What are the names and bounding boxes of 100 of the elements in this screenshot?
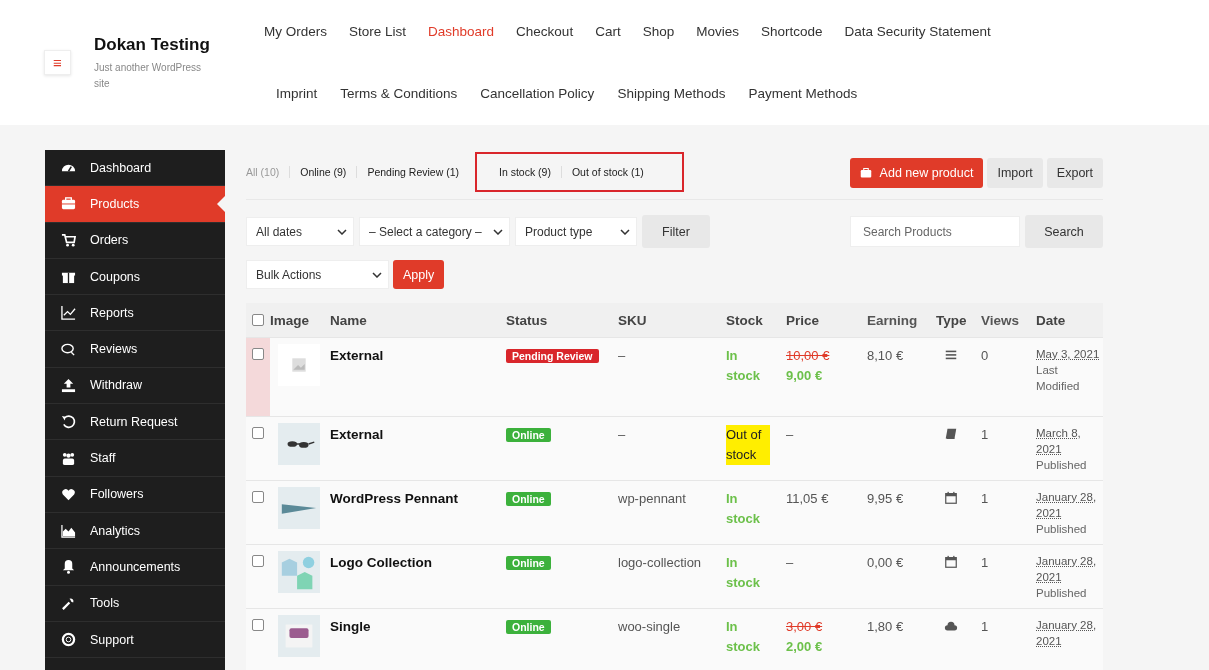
sidebar-item[interactable]: Announcements xyxy=(45,549,225,586)
table-cell-text: 0 xyxy=(981,347,990,365)
table-cell-text: – xyxy=(618,347,627,365)
table-cell-text: woo-single xyxy=(618,618,682,636)
sidebar-item[interactable]: Tools xyxy=(45,585,225,622)
nav-link[interactable]: Shipping Methods xyxy=(617,86,726,101)
product-name[interactable]: External xyxy=(330,417,506,480)
product-name[interactable]: Logo Collection xyxy=(330,545,506,608)
product-thumbnail xyxy=(278,423,320,465)
status-badge: Pending Review xyxy=(506,349,599,363)
date: January 28, 2021 xyxy=(1036,618,1098,649)
nav-link[interactable]: Movies xyxy=(696,24,739,39)
sidebar-item[interactable]: Analytics xyxy=(45,512,225,550)
column-header: Stock xyxy=(726,312,764,328)
nav-link[interactable]: My Orders xyxy=(264,24,327,39)
nav-link[interactable]: Imprint xyxy=(276,86,318,101)
stock-status: In stock xyxy=(726,490,761,528)
select-all-checkbox[interactable] xyxy=(252,314,264,326)
table-cell-text: 1 xyxy=(981,554,990,572)
sidebar-item[interactable]: Coupons xyxy=(45,258,225,296)
import-button[interactable]: Import xyxy=(987,158,1043,188)
nav-link[interactable]: Shortcode xyxy=(760,24,823,39)
product-thumbnail xyxy=(278,615,320,657)
nav-link[interactable]: Terms & Conditions xyxy=(340,86,458,101)
export-button[interactable]: Export xyxy=(1046,158,1103,188)
table-cell-text: 1 xyxy=(981,490,990,508)
heart-icon xyxy=(61,486,76,502)
row-checkbox[interactable] xyxy=(252,619,264,631)
table-cell: 0,00 € xyxy=(867,555,904,570)
sidebar-item[interactable]: Withdraw xyxy=(45,367,225,405)
stock-status: Out of stock xyxy=(726,425,770,465)
chevron-icon xyxy=(337,228,347,235)
price: – xyxy=(786,426,795,444)
filter-button[interactable]: Filter xyxy=(642,215,710,248)
nav-link[interactable]: Data Security Statement xyxy=(844,24,991,39)
nav-link[interactable]: Cancellation Policy xyxy=(480,86,595,101)
menu-button[interactable]: ≡ xyxy=(44,50,71,75)
date-status: Published xyxy=(1036,586,1088,601)
bell-icon xyxy=(61,559,76,575)
date: March 8, 2021 xyxy=(1036,426,1082,457)
product-name[interactable]: Single xyxy=(330,609,506,670)
status-filter-link[interactable]: Pending Review (1) xyxy=(356,166,469,178)
price: 3,00 € xyxy=(786,618,824,636)
sidebar-item[interactable]: Followers xyxy=(45,476,225,513)
add-product-button[interactable]: Add new product xyxy=(849,158,984,188)
row-checkbox[interactable] xyxy=(252,555,264,567)
row-checkbox[interactable] xyxy=(252,427,264,439)
undo-icon xyxy=(61,414,76,430)
status-badge: Online xyxy=(506,428,551,442)
list-icon xyxy=(944,348,958,362)
date-status: Published xyxy=(1036,458,1088,473)
date: January 28, 2021 xyxy=(1036,490,1098,521)
site-title[interactable]: Dokan Testing xyxy=(94,35,244,55)
chevron-icon xyxy=(493,228,503,235)
column-header: Date xyxy=(1036,312,1067,328)
row-checkbox[interactable] xyxy=(252,491,264,503)
search-button[interactable]: Search xyxy=(1025,215,1103,248)
nav-link[interactable]: Shop xyxy=(642,24,675,39)
search-field[interactable]: Search Products xyxy=(850,216,1020,247)
product-name[interactable]: WordPress Pennant xyxy=(330,481,506,544)
nav-link[interactable]: Dashboard xyxy=(428,24,495,39)
date-status: Last Modified xyxy=(1036,363,1081,394)
sidebar-item[interactable]: Support xyxy=(45,621,225,659)
date: May 3, 2021 xyxy=(1036,347,1101,362)
category-dropdown[interactable]: – Select a category – xyxy=(359,217,510,246)
status-filter-link[interactable]: In stock (9) xyxy=(489,166,561,178)
price: 11,05 € xyxy=(786,490,830,508)
row-checkbox[interactable] xyxy=(252,348,264,360)
sidebar-item[interactable]: Products xyxy=(45,186,225,223)
column-header: Earning xyxy=(867,312,919,328)
status-filter-link[interactable]: Out of stock (1) xyxy=(560,166,654,178)
product-name[interactable]: External xyxy=(330,338,506,416)
nav-link[interactable]: Checkout xyxy=(516,24,574,39)
nav-link[interactable]: Store List xyxy=(349,24,407,39)
sidebar-item[interactable]: Staff xyxy=(45,440,225,477)
column-header: Type xyxy=(936,312,968,328)
price: – xyxy=(786,554,795,572)
date-dropdown[interactable]: All dates xyxy=(246,217,354,246)
apply-button[interactable]: Apply xyxy=(393,260,445,289)
table-cell: 9,95 € xyxy=(867,491,904,506)
sidebar-item[interactable]: Return Request xyxy=(45,404,225,441)
nav-link[interactable]: Payment Methods xyxy=(748,86,858,101)
status-filter-link[interactable]: Online (9) xyxy=(289,166,357,178)
chevron-icon xyxy=(620,228,630,235)
table-cell-text: logo-collection xyxy=(618,554,703,572)
sidebar-item[interactable]: Reviews xyxy=(45,331,225,368)
status-badge: Online xyxy=(506,556,551,570)
nav-link[interactable]: Cart xyxy=(595,24,621,39)
sidebar-item[interactable]: Orders xyxy=(45,222,225,259)
site-tagline: Just another WordPress site xyxy=(94,61,203,91)
date: January 28, 2021 xyxy=(1036,554,1098,585)
cloud-icon xyxy=(944,619,958,633)
cart-icon xyxy=(61,232,76,248)
stock-status: In stock xyxy=(726,618,761,656)
price: 10,00 € xyxy=(786,347,831,365)
bulk-actions-dropdown[interactable]: Bulk Actions xyxy=(246,260,389,289)
status-badge: Online xyxy=(506,492,551,506)
chart-icon xyxy=(61,305,76,321)
product-type-dropdown[interactable]: Product type xyxy=(515,217,637,246)
sidebar-item[interactable]: Reports xyxy=(45,295,225,332)
